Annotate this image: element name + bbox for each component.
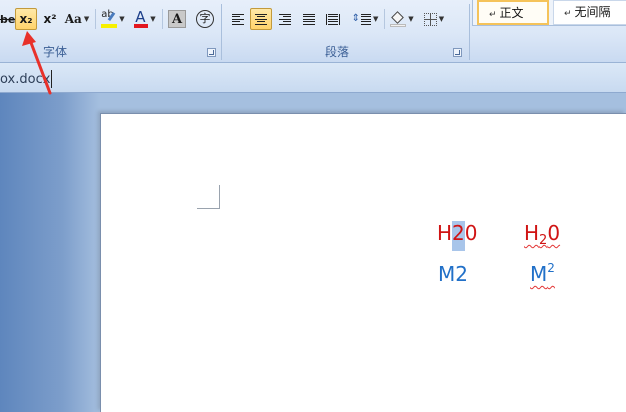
document-title-bar: ox.docx — [0, 63, 626, 93]
font-dialog-launcher-icon[interactable] — [207, 48, 216, 57]
toolbar-divider — [384, 9, 385, 29]
style-no-spacing-label: 无间隔 — [574, 5, 611, 19]
chevron-down-icon: ▼ — [119, 15, 125, 23]
style-normal[interactable]: ↵ 正文 — [477, 0, 549, 25]
chevron-down-icon: ▼ — [438, 15, 445, 23]
subscript-label: x₂ — [19, 12, 33, 26]
chevron-down-icon: ▼ — [408, 15, 414, 23]
superscript-label: x² — [43, 12, 57, 26]
document-filename: ox.docx — [0, 72, 51, 87]
paragraph-dialog-launcher-icon[interactable] — [453, 48, 462, 57]
paragraph-group-label: 段落 — [324, 45, 349, 59]
text-m2-plain[interactable]: M2 — [438, 262, 468, 286]
border-grid-icon — [423, 12, 437, 26]
superscript-button[interactable]: x² — [39, 8, 61, 30]
align-center-button[interactable] — [250, 8, 272, 30]
align-center-icon — [255, 13, 267, 25]
enclose-characters-label: 字 — [196, 10, 214, 28]
text-m2-superscript[interactable]: M2 — [530, 262, 555, 286]
font-group-label: 字体 — [42, 45, 67, 59]
font-group: abe x₂ x² Aa ▼ ab ▼ A ▼ — [0, 0, 220, 62]
line-spacing-button[interactable]: ⇕ ▼ — [349, 8, 381, 30]
paragraph-group: ⇕ ▼ ▼ ▼ 段落 — [222, 0, 468, 62]
character-shading-button[interactable]: A — [165, 8, 189, 30]
text-highlight-button[interactable]: ab ▼ — [98, 8, 128, 30]
distributed-icon — [326, 13, 340, 25]
superscript-digit: 2 — [547, 261, 555, 275]
margin-corner-mark — [219, 185, 220, 209]
strikethrough-label: abe — [0, 12, 16, 26]
align-left-button[interactable] — [227, 8, 249, 30]
text-zero: 0 — [547, 221, 561, 245]
change-case-button[interactable]: Aa ▼ — [62, 8, 92, 30]
chevron-down-icon: ▼ — [83, 15, 90, 23]
toolbar-divider — [95, 9, 96, 29]
subscript-button[interactable]: x₂ — [15, 8, 37, 30]
paragraph-mark-icon: ↵ — [564, 9, 572, 19]
line-spacing-icon: ⇕ — [352, 13, 371, 25]
text-h2o-subscript[interactable]: H20 — [524, 221, 561, 247]
align-right-icon — [279, 13, 291, 25]
align-right-button[interactable] — [274, 8, 296, 30]
enclose-characters-button[interactable]: 字 — [193, 8, 217, 30]
text-zero: 0 — [464, 221, 478, 245]
styles-gallery: ↵ 正文 ↵ 无间隔 — [472, 0, 626, 26]
style-normal-label: 正文 — [499, 6, 524, 20]
strikethrough-button[interactable]: abe — [0, 8, 16, 30]
distributed-button[interactable] — [322, 8, 344, 30]
paragraph-mark-icon: ↵ — [489, 10, 497, 20]
align-left-icon — [232, 13, 244, 25]
paint-bucket-icon — [390, 11, 407, 27]
text-h: H — [437, 221, 453, 245]
text-h2o-plain[interactable]: H20 — [437, 221, 478, 251]
selected-digit: 2 — [452, 221, 465, 251]
toolbar-divider — [162, 9, 163, 29]
margin-corner-mark — [197, 208, 220, 209]
group-separator — [469, 4, 470, 60]
borders-button[interactable]: ▼ — [419, 8, 449, 30]
chevron-down-icon: ▼ — [373, 15, 379, 23]
chevron-down-icon: ▼ — [150, 15, 156, 23]
justify-icon — [303, 13, 315, 25]
change-case-label: Aa — [64, 12, 82, 26]
highlighter-icon: ab — [101, 9, 118, 28]
text-m: M — [530, 262, 548, 286]
text-m2: M2 — [438, 262, 468, 286]
text-h: H — [524, 221, 540, 245]
ribbon: abe x₂ x² Aa ▼ ab ▼ A ▼ — [0, 0, 626, 63]
font-color-button[interactable]: A ▼ — [130, 8, 160, 30]
style-no-spacing[interactable]: ↵ 无间隔 — [553, 0, 626, 25]
font-color-icon: A — [134, 8, 149, 28]
text-caret — [51, 70, 52, 88]
shading-button[interactable]: ▼ — [387, 8, 417, 30]
justify-button[interactable] — [298, 8, 320, 30]
character-shading-label: A — [168, 10, 186, 28]
